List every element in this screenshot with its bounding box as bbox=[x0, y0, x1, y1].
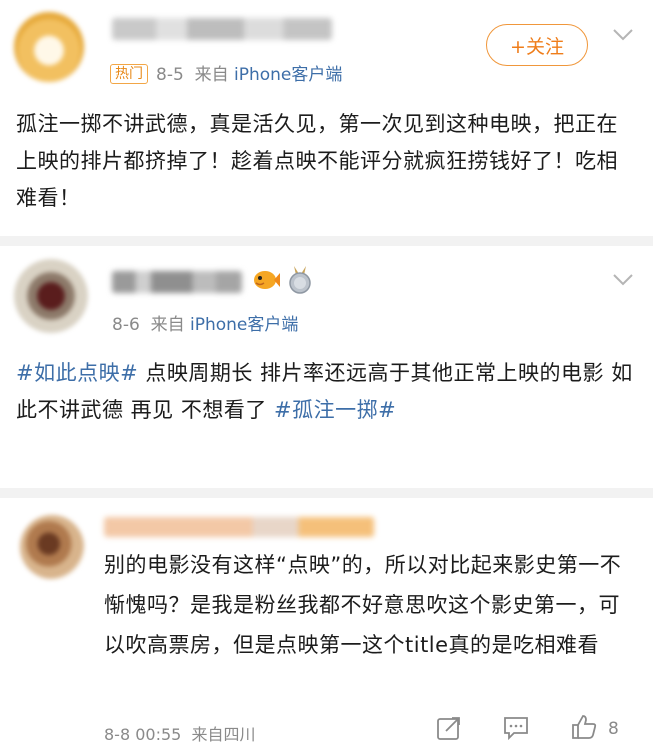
username-blurred[interactable] bbox=[112, 271, 242, 293]
post-date: 8-6 bbox=[112, 315, 140, 335]
like-icon[interactable] bbox=[570, 713, 598, 741]
hot-badge: 热门 bbox=[110, 64, 148, 84]
post-date: 8-5 bbox=[156, 65, 184, 85]
reply-content: 别的电影没有这样“点映”的，所以对比起来影史第一不惭愧吗？是我是粉丝我都不好意思… bbox=[104, 553, 622, 657]
source-link[interactable]: iPhone客户端 bbox=[234, 65, 342, 85]
post-meta: 热门 8-5 来自 iPhone客户端 bbox=[110, 60, 342, 85]
post-meta: 8-6 来自 iPhone客户端 bbox=[112, 315, 299, 335]
hashtag-link[interactable]: #孤注一掷# bbox=[274, 398, 396, 422]
avatar[interactable] bbox=[14, 12, 84, 82]
comment-icon[interactable] bbox=[502, 715, 530, 741]
source-link[interactable]: iPhone客户端 bbox=[190, 315, 298, 335]
username-blurred[interactable] bbox=[112, 18, 332, 40]
follow-button[interactable]: +关注 bbox=[486, 24, 588, 66]
username-blurred[interactable] bbox=[104, 517, 374, 537]
chevron-down-icon[interactable] bbox=[612, 28, 634, 42]
post-content: #如此点映# 点映周期长 排片率还远高于其他正常上映的电影 如此不讲武德 再见 … bbox=[16, 361, 633, 422]
avatar[interactable] bbox=[20, 515, 84, 579]
reply-footer-meta: 8-8 00:55 来自四川 bbox=[104, 721, 256, 745]
avatar[interactable] bbox=[14, 259, 88, 333]
reply-location: 来自四川 bbox=[191, 725, 256, 744]
post-2: 8-6 来自 iPhone客户端 #如此点映# 点映周期长 排片率还远高于其他正… bbox=[0, 243, 653, 493]
hashtag-link[interactable]: #如此点映# bbox=[16, 361, 138, 385]
post-content: 孤注一掷不讲武德，真是活久见，第一次见到这种电映，把正在上映的排片都挤掉了！趁着… bbox=[16, 112, 618, 210]
like-count: 8 bbox=[608, 719, 619, 739]
fish-emoji-icon bbox=[254, 271, 280, 289]
reply-time: 8-8 00:55 bbox=[104, 725, 182, 744]
post-1: 热门 8-5 来自 iPhone客户端 +关注 孤注一掷不讲武德，真是活久见，第一… bbox=[0, 0, 653, 243]
chevron-down-icon[interactable] bbox=[612, 273, 634, 287]
reply-post: 别的电影没有这样“点映”的，所以对比起来影史第一不惭愧吗？是我是粉丝我都不好意思… bbox=[0, 493, 653, 752]
medal-icon bbox=[289, 266, 311, 294]
share-icon[interactable] bbox=[436, 715, 462, 741]
